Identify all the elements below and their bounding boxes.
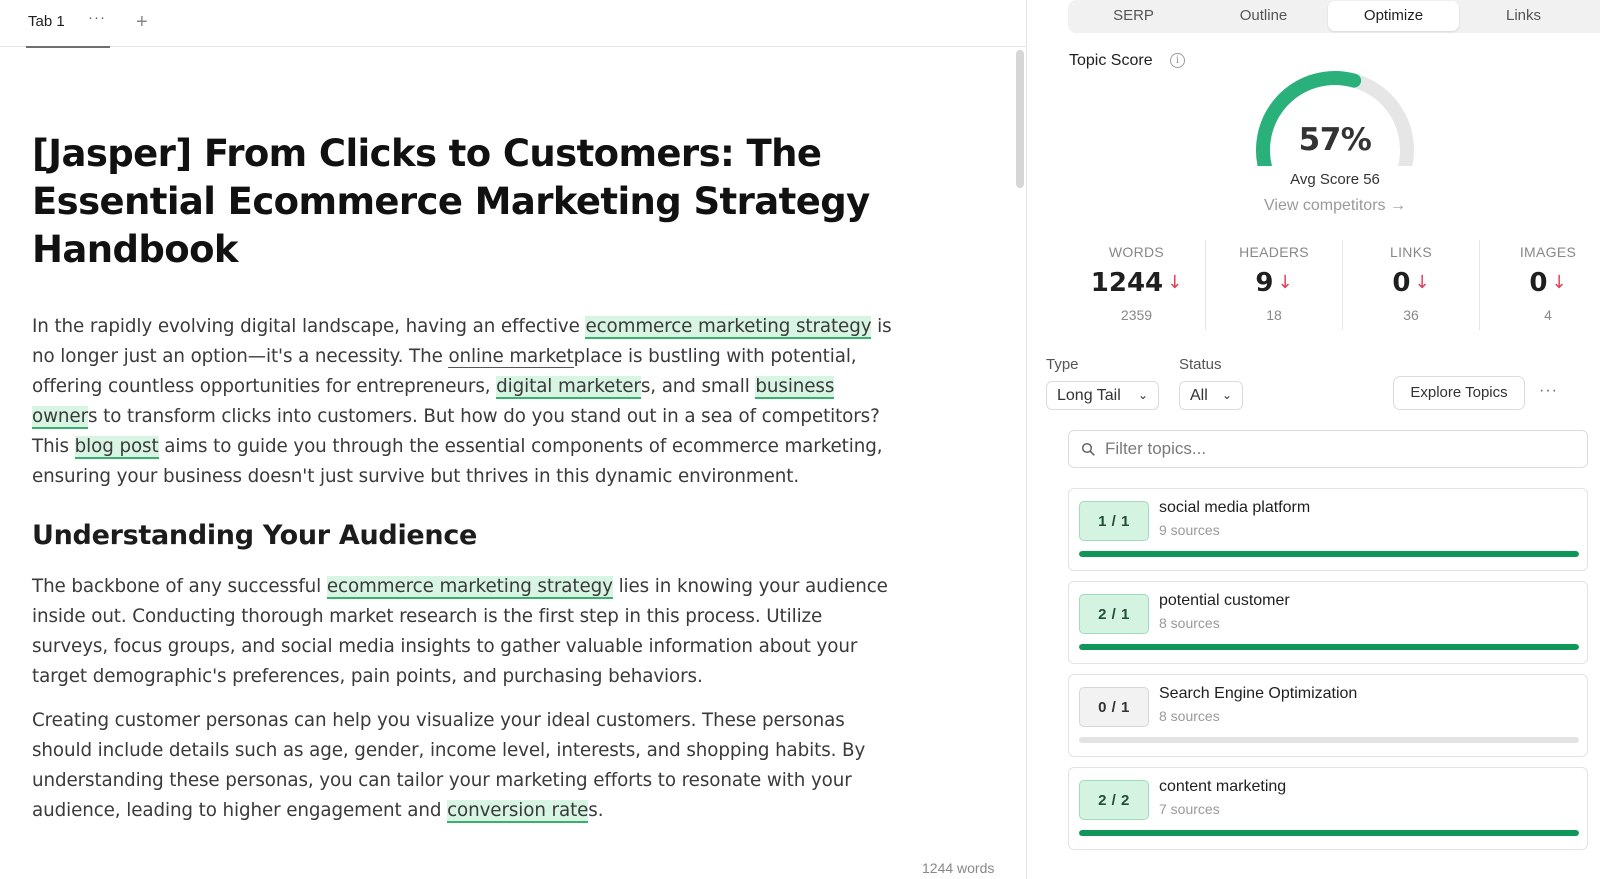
- stat-label: HEADERS: [1239, 244, 1309, 260]
- topic-card[interactable]: 2 / 2 content marketing 7 sources: [1068, 767, 1588, 850]
- stat-value: 0 ↓: [1480, 268, 1600, 298]
- topic-progress-track: [1079, 551, 1579, 557]
- chevron-down-icon: ⌄: [1221, 388, 1232, 402]
- topic-highlight[interactable]: digital marketer: [496, 376, 641, 399]
- tab-outline[interactable]: Outline: [1198, 1, 1329, 31]
- topic-progress-fill: [1079, 830, 1579, 836]
- topic-count-badge: 2 / 2: [1079, 780, 1149, 820]
- topic-name: potential customer: [1159, 592, 1290, 609]
- stat-label: LINKS: [1390, 244, 1432, 260]
- topic-sources: 8 sources: [1159, 615, 1220, 631]
- type-label: Type: [1046, 356, 1079, 373]
- topic-name: Search Engine Optimization: [1159, 685, 1358, 702]
- tab-links[interactable]: Links: [1458, 1, 1589, 31]
- text-run: The backbone of any successful: [32, 576, 327, 597]
- stat-links: LINKS 0 ↓ 36: [1342, 240, 1479, 330]
- filter-box: [1068, 430, 1588, 468]
- tab-optimize[interactable]: Optimize: [1328, 1, 1459, 31]
- chevron-down-icon: ⌄: [1137, 388, 1148, 402]
- topic-count-badge: 2 / 1: [1079, 594, 1149, 634]
- arrow-down-icon: ↓: [1551, 272, 1567, 293]
- editor-scrollbar[interactable]: [1016, 50, 1024, 188]
- topic-progress-track: [1079, 644, 1579, 650]
- stat-headers: HEADERS 9 ↓ 18: [1205, 240, 1342, 330]
- topic-sources: 7 sources: [1159, 801, 1220, 817]
- topic-score-label: Topic Score: [1069, 52, 1153, 69]
- text-run: aims to guide you through the essential …: [32, 436, 883, 487]
- topic-sources: 8 sources: [1159, 708, 1220, 724]
- stat-number: 9: [1255, 268, 1274, 298]
- more-options-icon[interactable]: ···: [1539, 382, 1558, 400]
- tab-active-indicator: [26, 46, 110, 48]
- text-run: s, and small: [640, 376, 756, 397]
- stat-number: 0: [1529, 268, 1548, 298]
- topic-name: social media platform: [1159, 499, 1311, 516]
- topic-sources: 9 sources: [1159, 522, 1220, 538]
- info-icon[interactable]: i: [1170, 53, 1185, 68]
- topic-highlight[interactable]: conversion rate: [447, 800, 588, 823]
- topic-highlight[interactable]: ecommerce marketing strategy: [326, 576, 613, 599]
- topic-highlight[interactable]: blog post: [74, 436, 159, 459]
- editor-pane: Tab 1 ··· + [Jasper] From Clicks to Cust…: [0, 0, 1046, 879]
- topic-underline[interactable]: online market: [448, 346, 574, 368]
- status-value: All: [1190, 387, 1208, 404]
- stat-value: 9 ↓: [1206, 268, 1342, 298]
- view-competitors-link[interactable]: View competitors →: [1231, 197, 1439, 215]
- status-label: Status: [1179, 356, 1222, 373]
- word-count: 1244 words: [922, 860, 995, 876]
- type-value: Long Tail: [1057, 387, 1121, 404]
- document-title[interactable]: [Jasper] From Clicks to Customers: The E…: [32, 130, 892, 274]
- section-heading[interactable]: Understanding Your Audience: [32, 518, 892, 554]
- stat-value: 1244 ↓: [1068, 268, 1205, 298]
- tab-1[interactable]: Tab 1 ···: [26, 0, 110, 48]
- stat-target: 36: [1403, 307, 1419, 323]
- search-icon: [1081, 442, 1095, 456]
- filter-topics-input[interactable]: [1105, 437, 1575, 461]
- topic-progress-fill: [1079, 551, 1579, 557]
- stat-images: IMAGES 0 ↓ 4: [1479, 240, 1600, 330]
- status-dropdown[interactable]: All ⌄: [1179, 381, 1243, 410]
- topic-progress-track: [1079, 830, 1579, 836]
- stat-target: 18: [1266, 307, 1282, 323]
- paragraph-personas[interactable]: Creating customer personas can help you …: [32, 706, 892, 826]
- arrow-down-icon: ↓: [1277, 272, 1293, 293]
- optimize-panel: SERP Outline Optimize Links Topic Score …: [1027, 0, 1600, 879]
- topic-count-badge: 0 / 1: [1079, 687, 1149, 727]
- document-body[interactable]: [Jasper] From Clicks to Customers: The E…: [32, 130, 892, 840]
- type-dropdown[interactable]: Long Tail ⌄: [1046, 381, 1159, 410]
- tab-serp[interactable]: SERP: [1068, 1, 1199, 31]
- paragraph-audience[interactable]: The backbone of any successful ecommerce…: [32, 572, 892, 692]
- stat-label: WORDS: [1108, 244, 1165, 260]
- text-run: In the rapidly evolving digital landscap…: [32, 316, 586, 337]
- topic-card[interactable]: 0 / 1 Search Engine Optimization 8 sourc…: [1068, 674, 1588, 757]
- stat-number: 0: [1392, 268, 1411, 298]
- topic-card[interactable]: 1 / 1 social media platform 9 sources: [1068, 488, 1588, 571]
- topic-count-badge: 1 / 1: [1079, 501, 1149, 541]
- topic-progress-track: [1079, 737, 1579, 743]
- add-tab-icon[interactable]: +: [136, 10, 148, 34]
- paragraph-intro[interactable]: In the rapidly evolving digital landscap…: [32, 312, 892, 492]
- tab-label: Tab 1: [28, 13, 65, 30]
- stat-target: 4: [1544, 307, 1552, 323]
- stat-number: 1244: [1090, 268, 1164, 298]
- arrow-down-icon: ↓: [1414, 272, 1430, 293]
- score-value: 57%: [1298, 122, 1372, 158]
- panel-tabs: SERP Outline Optimize Links: [1068, 0, 1600, 33]
- topic-progress-fill: [1079, 644, 1579, 650]
- stat-label: IMAGES: [1519, 244, 1577, 260]
- topic-card[interactable]: 2 / 1 potential customer 8 sources: [1068, 581, 1588, 664]
- arrow-down-icon: ↓: [1167, 272, 1183, 293]
- stats-row: WORDS 1244 ↓ 2359 HEADERS 9 ↓ 18 LINKS 0 ↓ …: [1068, 240, 1600, 330]
- text-run: s.: [588, 800, 604, 821]
- topic-highlight[interactable]: ecommerce marketing strategy: [585, 316, 872, 339]
- stat-words: WORDS 1244 ↓ 2359: [1068, 240, 1205, 330]
- avg-score: Avg Score 56: [1290, 171, 1380, 188]
- explore-topics-button[interactable]: Explore Topics: [1393, 376, 1525, 410]
- stat-target: 2359: [1120, 307, 1153, 323]
- tab-more-icon[interactable]: ···: [88, 9, 106, 26]
- stat-value: 0 ↓: [1343, 268, 1479, 298]
- tab-bar: Tab 1 ··· +: [0, 0, 1046, 48]
- topic-name: content marketing: [1159, 778, 1287, 795]
